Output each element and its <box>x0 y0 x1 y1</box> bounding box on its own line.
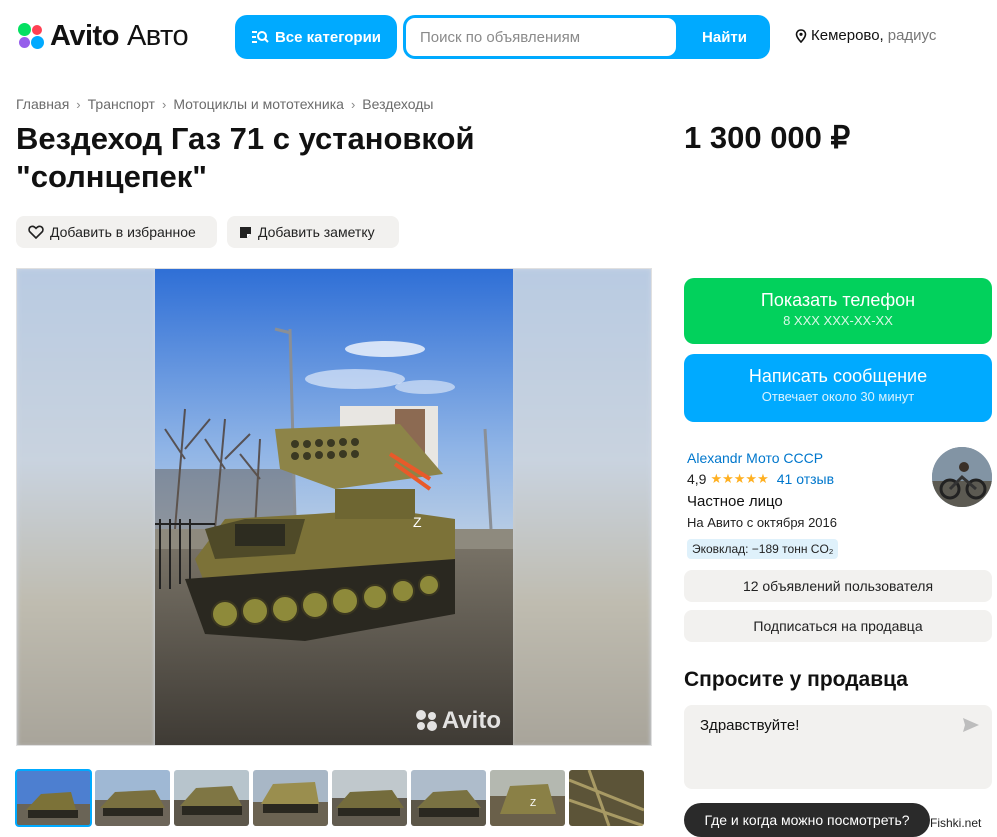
all-categories-label: Все категории <box>274 28 382 46</box>
write-message-button[interactable]: Написать сообщение Отвечает около 30 мин… <box>684 354 992 422</box>
subscribe-seller-button[interactable]: Подписаться на продавца <box>684 610 992 642</box>
gallery-blur-left <box>17 269 155 745</box>
thumbnail-3[interactable] <box>174 770 249 826</box>
heart-icon <box>28 225 44 239</box>
breadcrumb-item-home[interactable]: Главная <box>16 96 69 112</box>
thumbnail-6[interactable] <box>411 770 486 826</box>
rating-stars-icon: ★★★★★ <box>710 471 769 486</box>
show-phone-button[interactable]: Показать телефон 8 XXX XXX-XX-XX <box>684 278 992 344</box>
seller-avatar[interactable] <box>932 447 992 507</box>
phone-masked: 8 XXX XXX-XX-XX <box>783 313 893 328</box>
avito-watermark-icon <box>415 710 437 731</box>
breadcrumb-item-motorcycles[interactable]: Мотоциклы и мототехника <box>173 96 344 112</box>
note-icon <box>240 226 251 238</box>
seller-type: Частное лицо <box>687 493 783 510</box>
header: AvitoАвто Все категории Найти Кемерово, … <box>0 0 997 78</box>
show-phone-label: Показать телефон <box>760 290 916 310</box>
location-pin-icon <box>795 28 807 43</box>
watermark-text: Avito <box>441 707 501 734</box>
ask-seller-title: Спросите у продавца <box>684 668 908 691</box>
thumbnail-7[interactable]: Z <box>490 770 565 826</box>
fishki-watermark: Fishki.net <box>930 816 982 830</box>
all-categories-button[interactable]: Все категории <box>235 15 397 59</box>
avito-logo[interactable]: Avito Авто <box>16 17 189 55</box>
main-photo-image: Z Z <box>155 269 513 745</box>
add-to-favorites-label: Добавить в избранное <box>50 224 196 240</box>
listing-price: 1 300 000 ₽ <box>684 120 851 155</box>
search-bar: Найти <box>403 15 770 59</box>
avito-watermark: Avito <box>415 707 501 735</box>
location-city: Кемерово, <box>811 27 884 44</box>
search-button[interactable]: Найти <box>679 15 770 59</box>
write-message-label: Написать сообщение <box>748 366 928 386</box>
add-note-button[interactable]: Добавить заметку <box>227 216 399 248</box>
chevron-right-icon: › <box>76 96 81 112</box>
thumbnail-1[interactable] <box>15 769 92 827</box>
chevron-right-icon: › <box>350 96 356 112</box>
seller-name-link[interactable]: Alexandr Мото СССР <box>687 450 823 466</box>
location-selector[interactable]: Кемерово, радиус <box>795 27 936 44</box>
logo-text-avito: Avito <box>50 19 119 52</box>
logo-text-auto: Авто <box>126 19 189 52</box>
main-photo[interactable]: Z Z Avito <box>155 269 513 745</box>
breadcrumb-item-atv[interactable]: Вездеходы <box>362 96 433 112</box>
photo-gallery[interactable]: Z Z Avito <box>16 268 652 746</box>
listing-title: Вездеход Газ 71 с установкой "солнцепек" <box>16 121 475 194</box>
breadcrumb: Главная › Транспорт › Мотоциклы и мототе… <box>16 96 433 112</box>
gallery-blur-right <box>511 269 651 745</box>
avito-logo-icon <box>16 21 46 51</box>
thumbnail-strip: Z <box>15 769 644 827</box>
seller-rating: 4,9 ★★★★★ 41 отзыв <box>687 471 834 487</box>
ask-message-text: Здравствуйте! <box>700 717 800 734</box>
svg-text:Z: Z <box>413 514 422 530</box>
reviews-link[interactable]: 41 отзыв <box>777 471 834 487</box>
seller-since: На Авито с октября 2016 <box>687 515 837 530</box>
thumbnail-2[interactable] <box>95 770 170 826</box>
send-icon[interactable] <box>962 717 980 733</box>
thumbnail-8[interactable] <box>569 770 644 826</box>
rating-value: 4,9 <box>687 471 707 487</box>
search-input[interactable] <box>406 18 676 56</box>
seller-ads-button[interactable]: 12 объявлений пользователя <box>684 570 992 602</box>
ask-message-field[interactable]: Здравствуйте! <box>684 705 992 789</box>
suggestion-chip[interactable]: Где и когда можно посмотреть? <box>684 803 930 837</box>
svg-text:Z: Z <box>530 798 536 809</box>
location-radius: радиус <box>887 27 937 44</box>
add-note-label: Добавить заметку <box>258 224 375 240</box>
thumbnail-4[interactable] <box>253 770 328 826</box>
add-to-favorites-button[interactable]: Добавить в избранное <box>16 216 217 248</box>
categories-search-icon <box>251 31 269 43</box>
chevron-right-icon: › <box>161 96 167 112</box>
response-time: Отвечает около 30 минут <box>761 389 915 404</box>
eco-badge: Эковклад: −189 тонн CO₂ <box>687 539 839 559</box>
thumbnail-5[interactable] <box>332 770 407 826</box>
breadcrumb-item-transport[interactable]: Транспорт <box>88 96 155 112</box>
